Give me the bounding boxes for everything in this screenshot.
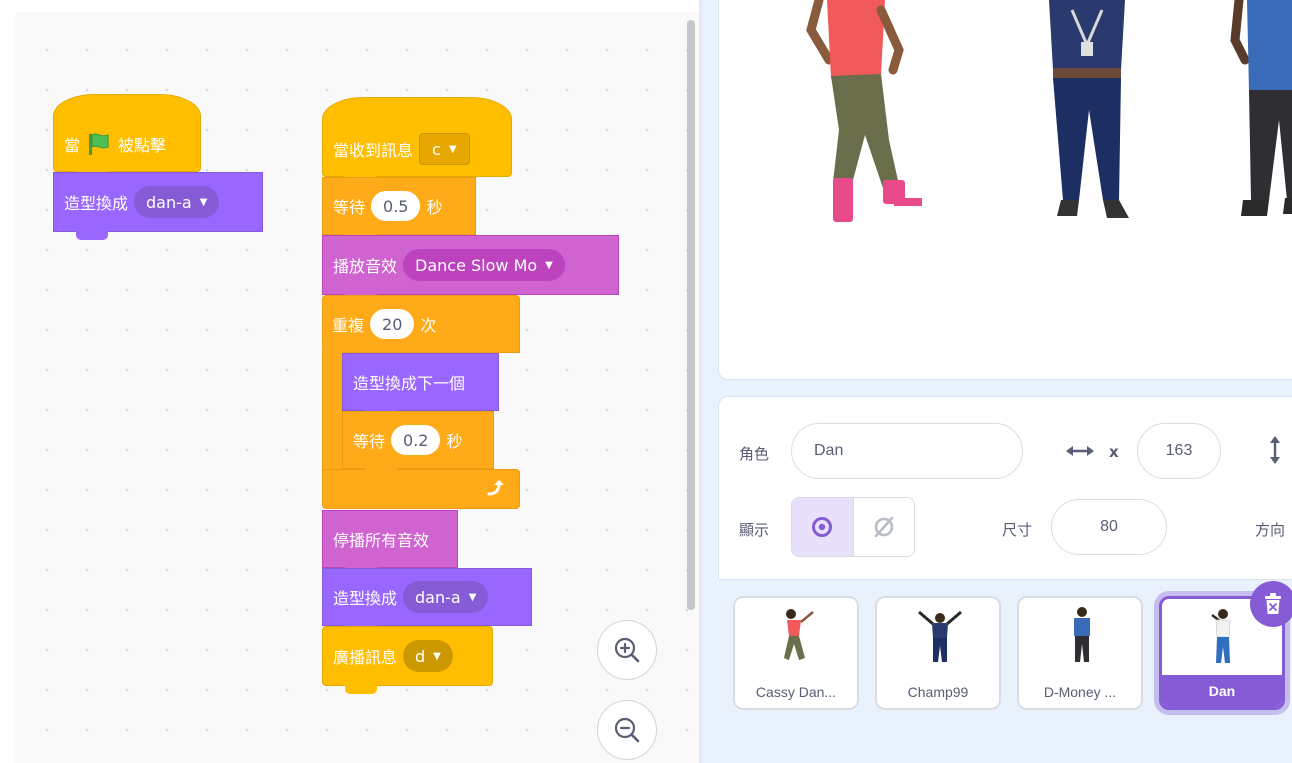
zoom-in-button[interactable] (597, 620, 657, 680)
switch-costume-block[interactable]: 造型換成 dan-a ▼ (53, 172, 263, 240)
sprite-name: Champ99 (907, 684, 969, 700)
wait-label: 等待 (333, 198, 366, 217)
sprite-thumbnail (784, 609, 814, 660)
switch-costume-block[interactable]: 造型換成 dan-a ▼ (322, 568, 532, 634)
zoom-out-icon (614, 717, 640, 743)
message-dropdown[interactable]: c ▼ (419, 133, 470, 165)
when-receive-block[interactable]: 當收到訊息 c ▼ (322, 97, 512, 185)
seconds-unit: 秒 (426, 198, 443, 217)
chevron-down-icon: ▼ (545, 259, 553, 271)
sprite-name: Dan (1162, 675, 1282, 707)
eye-off-icon (874, 516, 894, 538)
stage-sprite-dmoney[interactable] (1221, 0, 1292, 230)
sprite-tile-dmoney[interactable]: D-Money ... (1017, 596, 1143, 710)
wait-label: 等待 (353, 432, 386, 451)
sprite-tile-cassy[interactable]: Cassy Dan... (733, 596, 859, 710)
broadcast-block[interactable]: 廣播訊息 d ▼ (322, 626, 493, 694)
clicked-label: 被點擊 (118, 136, 167, 155)
seconds-unit: 秒 (446, 432, 463, 451)
sound-dropdown[interactable]: Dance Slow Mo ▼ (403, 249, 565, 281)
code-area[interactable]: 當 被點擊 造型換成 dan-a ▼ 當收到訊息 c ▼ 等待 0.5 秒 播放… (15, 12, 700, 763)
sprite-name: Cassy Dan... (755, 684, 837, 700)
broadcast-label: 廣播訊息 (333, 648, 398, 667)
wait-seconds-input[interactable]: 0.2 (391, 425, 441, 455)
wait-seconds-input[interactable]: 0.5 (371, 191, 421, 221)
delete-sprite-button[interactable] (1250, 581, 1292, 627)
x-label: x (1109, 443, 1119, 461)
stage-sprite-cassy[interactable] (789, 0, 939, 230)
broadcast-dropdown[interactable]: d ▼ (403, 640, 453, 672)
inner-wait-block[interactable]: 等待 0.2 秒 (342, 411, 494, 477)
code-area-scrollbar[interactable] (687, 20, 695, 610)
trash-icon (1265, 593, 1281, 614)
switch-costume-label: 造型換成 (333, 589, 398, 608)
repeat-arrow-icon (484, 477, 506, 504)
when-label: 當 (64, 136, 81, 155)
sprite-list: Cassy Dan... Champ99 D-Money ... Dan (718, 580, 1292, 763)
green-flag-icon (86, 132, 112, 156)
direction-label: 方向 (1255, 521, 1286, 539)
sprite-thumbnail (918, 610, 962, 662)
size-label: 尺寸 (1002, 521, 1033, 539)
size-input[interactable]: 80 (1051, 499, 1167, 555)
sprite-info-panel: 角色 Dan x 163 顯示 尺寸 80 方向 (718, 396, 1292, 580)
when-flag-clicked-block[interactable]: 當 被點擊 (53, 94, 201, 180)
switch-costume-label: 造型換成 (64, 194, 129, 213)
play-sound-block[interactable]: 播放音效 Dance Slow Mo ▼ (322, 235, 619, 303)
play-sound-label: 播放音效 (333, 257, 398, 276)
zoom-in-icon (614, 637, 640, 663)
chevron-down-icon: ▼ (433, 650, 441, 662)
stage[interactable] (718, 0, 1292, 380)
chevron-down-icon: ▼ (199, 196, 208, 208)
chevron-down-icon: ▼ (468, 591, 477, 603)
stage-sprite-champ[interactable] (1037, 0, 1137, 230)
sprite-thumbnail (1211, 609, 1231, 663)
times-unit: 次 (420, 316, 437, 335)
wait-block[interactable]: 等待 0.5 秒 (322, 177, 476, 243)
repeat-count-input[interactable]: 20 (370, 309, 415, 339)
show-toggle[interactable] (791, 497, 915, 557)
horizontal-arrows-icon (1065, 443, 1095, 464)
next-costume-label: 造型換成下一個 (353, 374, 466, 393)
show-label: 顯示 (739, 521, 770, 539)
sprite-label: 角色 (739, 445, 770, 463)
zoom-out-button[interactable] (597, 700, 657, 760)
sprite-thumbnail (1074, 607, 1090, 662)
costume-dropdown[interactable]: dan-a ▼ (403, 581, 489, 613)
when-receive-label: 當收到訊息 (333, 141, 414, 160)
vertical-arrows-icon (1267, 435, 1283, 470)
show-button[interactable] (792, 498, 854, 556)
x-position-input[interactable]: 163 (1137, 423, 1221, 479)
next-costume-block[interactable]: 造型換成下一個 (342, 353, 499, 419)
sprite-name-input[interactable]: Dan (791, 423, 1023, 479)
sprite-tile-champ99[interactable]: Champ99 (875, 596, 1001, 710)
stop-all-sounds-block[interactable]: 停播所有音效 (322, 510, 458, 576)
stop-all-sounds-label: 停播所有音效 (333, 531, 430, 550)
chevron-down-icon: ▼ (448, 143, 457, 155)
sprite-name: D-Money ... (1043, 684, 1117, 700)
hide-button[interactable] (853, 498, 914, 556)
costume-dropdown[interactable]: dan-a ▼ (134, 186, 220, 218)
repeat-label: 重複 (332, 316, 365, 335)
eye-icon (812, 517, 833, 537)
